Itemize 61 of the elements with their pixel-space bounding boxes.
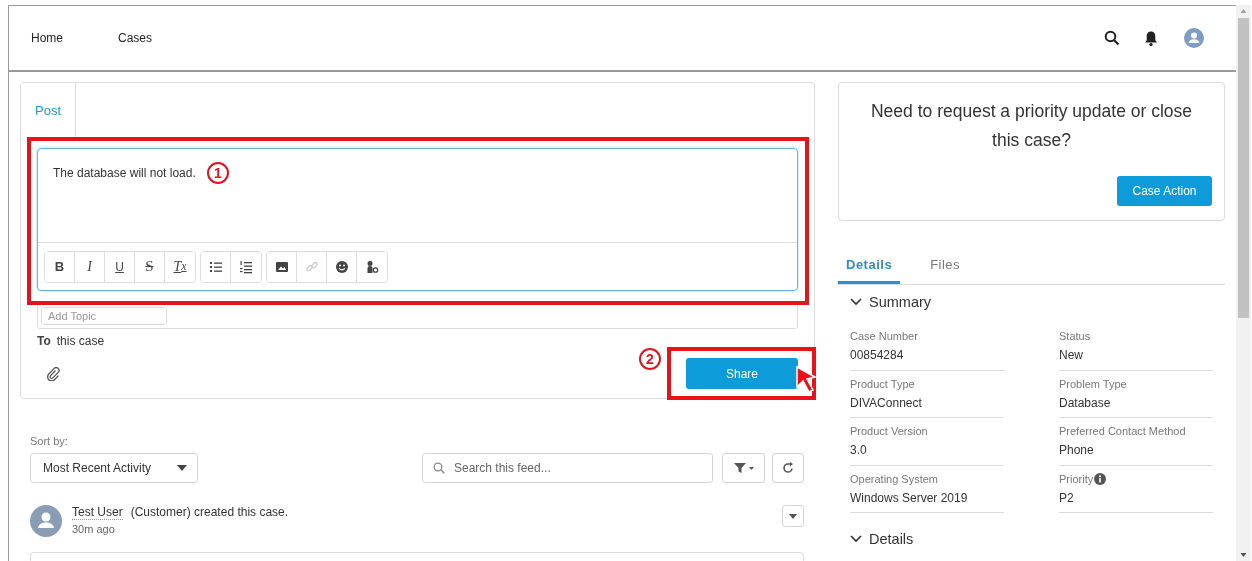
action-prompt: Need to request a priority update or close this case? [870, 100, 1193, 152]
feed-time: 30m ago [72, 523, 116, 535]
field-label: Status [1059, 330, 1091, 342]
sort-label: Sort by: [30, 435, 69, 449]
section-title[interactable]: Details [869, 531, 914, 547]
info-icon[interactable] [1094, 472, 1107, 485]
sort-dropdown[interactable]: Most Recent Activity [30, 453, 198, 483]
field-label: Preferred Contact Method [1059, 425, 1186, 437]
person-add-icon [365, 259, 379, 274]
field-value: 00854284 [850, 348, 905, 362]
recipient-text: this case [56, 334, 105, 348]
refresh-button[interactable] [772, 453, 804, 483]
field-label: Priority [1059, 472, 1094, 485]
avatar-icon[interactable] [1184, 28, 1204, 48]
refresh-icon [782, 462, 794, 474]
paperclip-icon[interactable] [47, 366, 60, 381]
smiley-icon [334, 259, 349, 274]
field-label: Operating System [850, 472, 939, 485]
format-button[interactable]: B [45, 251, 75, 282]
field-value: P2 [1059, 490, 1075, 505]
field-value: Phone [1059, 443, 1095, 457]
author-link[interactable]: Test User [72, 505, 123, 520]
field-value: DIVAConnect [850, 395, 923, 410]
dropdown-caret-icon [177, 465, 187, 471]
field-label: Problem Type [1059, 377, 1127, 390]
field-value: Database [1059, 395, 1112, 410]
field-label: Product Version [850, 425, 928, 437]
field-label: Case Number [850, 330, 918, 342]
field-label: Product Type [850, 377, 915, 390]
scrollbar-thumb[interactable] [1238, 18, 1249, 318]
filter-icon [733, 463, 754, 473]
field-value: 3.0 [850, 443, 868, 457]
format-button[interactable] [267, 251, 297, 282]
section-title[interactable]: Summary [869, 294, 932, 310]
detail-tab[interactable]: Files [922, 243, 969, 284]
format-button[interactable] [201, 251, 231, 282]
dropdown-caret-icon [789, 513, 797, 519]
step-marker: 2 [639, 348, 661, 370]
chevron-icon[interactable] [850, 298, 862, 306]
feed-search-field[interactable]: Search this feed... [422, 453, 713, 483]
chevron-icon[interactable] [850, 535, 862, 543]
feed-action-text: (Customer) created this case. [130, 505, 289, 519]
avatar-icon [30, 505, 62, 537]
search-icon[interactable] [1104, 30, 1120, 46]
bullet-list-icon [208, 259, 223, 274]
nav-link[interactable]: Home [31, 31, 63, 45]
feed-menu-button[interactable] [782, 505, 804, 527]
nav-link[interactable]: Cases [118, 31, 153, 45]
detail-tab[interactable]: Details [838, 243, 901, 284]
link-icon [304, 259, 319, 274]
post-text-field[interactable]: The database will not load. [53, 166, 196, 180]
filter-button[interactable] [722, 453, 765, 483]
search-icon [433, 462, 445, 474]
field-value: New [1059, 348, 1084, 362]
to-label: To [37, 334, 51, 348]
bell-icon[interactable] [1143, 29, 1159, 47]
step-marker: 1 [207, 162, 229, 184]
image-icon [274, 259, 289, 274]
field-value: Windows Server 2019 [850, 490, 969, 505]
topic-field[interactable]: Add Topic [41, 307, 167, 325]
numbered-list-icon [239, 259, 253, 274]
